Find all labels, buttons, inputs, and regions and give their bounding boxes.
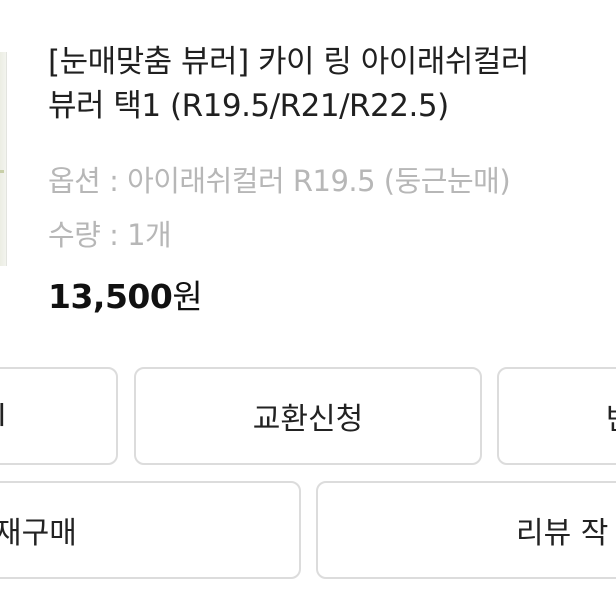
- exchange-request-label: 교환신청: [252, 402, 364, 437]
- product-title[interactable]: [눈매맞춤 뷰러] 카이 링 아이래쉬컬러 뷰러 택1 (R19.5/R21/R…: [48, 40, 616, 128]
- write-review-button[interactable]: 리뷰 작: [316, 481, 616, 579]
- product-title-line-2: 뷰러 택1 (R19.5/R21/R22.5): [48, 88, 449, 124]
- return-request-label: 반: [606, 394, 616, 438]
- price-unit: 원: [172, 277, 203, 316]
- product-title-line-1: [눈매맞춤 뷰러] 카이 링 아이래쉬컬러: [48, 44, 529, 80]
- write-review-label: 리뷰 작: [516, 516, 609, 551]
- repurchase-button[interactable]: 재구매: [0, 481, 301, 579]
- repurchase-label: 재구매: [0, 516, 77, 551]
- return-request-button[interactable]: 반: [497, 367, 616, 465]
- product-option: 옵션 : 아이래쉬컬러 R19.5 (둥근눈매): [48, 164, 511, 198]
- action-button-left-partial[interactable]: l: [0, 367, 118, 465]
- product-thumbnail[interactable]: [0, 52, 7, 266]
- product-quantity: 수량 : 1개: [48, 218, 172, 252]
- product-price: 13,500원: [48, 270, 203, 318]
- action-button-left-partial-label: l: [0, 399, 6, 434]
- order-item-page: [눈매맞춤 뷰러] 카이 링 아이래쉬컬러 뷰러 택1 (R19.5/R21/R…: [0, 0, 616, 616]
- exchange-request-button[interactable]: 교환신청: [134, 367, 482, 465]
- price-number: 13,500: [48, 277, 173, 316]
